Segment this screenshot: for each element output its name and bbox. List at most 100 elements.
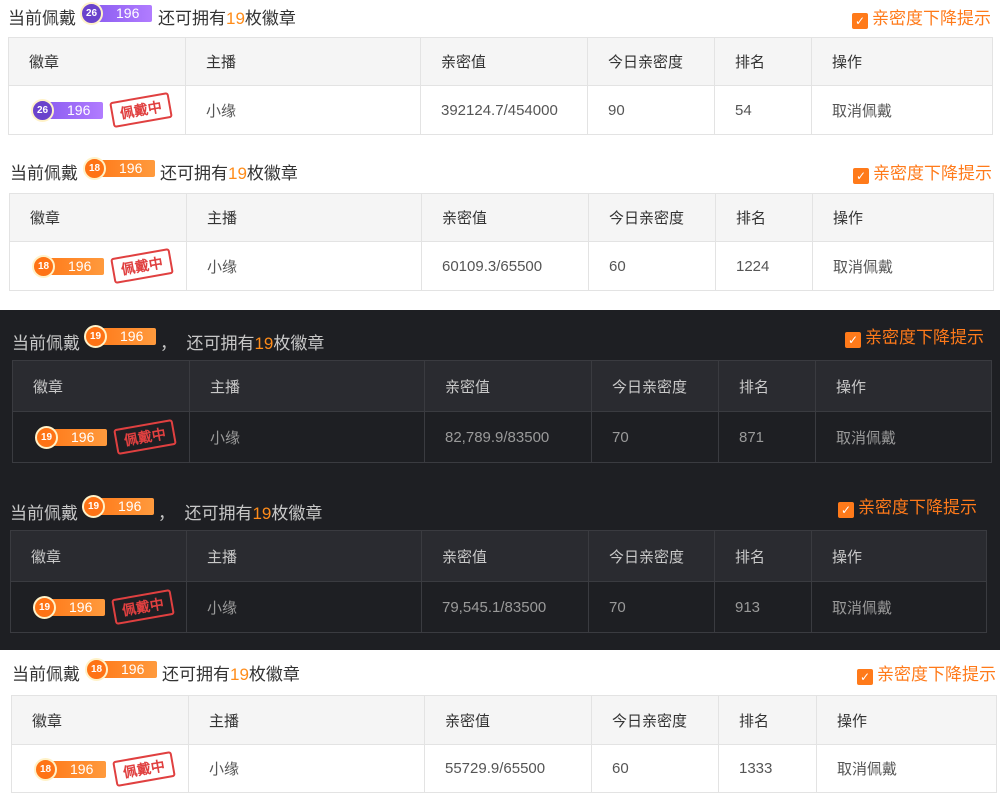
remaining-text: 还可拥有19枚徽章 [162,665,300,684]
fan-badge: 18 196 [34,757,106,781]
remaining-count: 19 [228,164,247,183]
cancel-wear-button[interactable]: 取消佩戴 [815,411,992,463]
fan-badge: 19 196 [33,596,105,619]
remaining-count: 19 [230,665,249,684]
today-intimacy: 90 [587,85,715,135]
row-badge: 26 196 佩戴中 [31,91,185,129]
cancel-wear-button[interactable]: 取消佩戴 [816,744,997,793]
badge-table: 徽章 主播 亲密值 今日亲密度 排名 操作 18 196 佩戴中 小缘 5572… [11,695,997,793]
col-header: 主播 [186,193,422,242]
col-header: 排名 [714,530,812,582]
table-row: 18 196 佩戴中 小缘 60109.3/65500 60 1224 取消佩戴 [9,241,994,291]
col-header: 主播 [188,695,425,745]
intimacy-alert-checkbox[interactable]: ✓ 亲密度下降提示 [853,159,992,184]
badge-level: 19 [82,495,105,518]
badge-panel-4: 当前佩戴 19 196 ， 还可拥有19枚徽章 ✓ 亲密度下降提示 徽章 主播 亲… [0,480,1000,650]
col-header: 亲密值 [424,695,592,745]
table-row: 26 196 佩戴中 小缘 392124.7/454000 90 54 取消佩戴 [8,85,993,135]
panel-header: 当前佩戴 18 196 还可拥有19枚徽章 ✓ 亲密度下降提示 [0,155,1000,184]
table-row: 19 196 佩戴中 小缘 79,545.1/83500 70 913 取消佩戴 [10,581,987,633]
badge-level: 18 [85,658,108,681]
col-header: 主播 [186,530,422,582]
col-header: 排名 [718,695,817,745]
panel-header: 当前佩戴 18 196 还可拥有19枚徽章 ✓ 亲密度下降提示 [0,656,1000,685]
table-header-row: 徽章 主播 亲密值 今日亲密度 排名 操作 [12,360,992,412]
today-intimacy: 70 [588,581,715,633]
badge-panel-5: 当前佩戴 18 196 还可拥有19枚徽章 ✓ 亲密度下降提示 徽章 主播 亲密值… [0,650,1000,793]
remaining-text: 还可拥有19枚徽章 [158,9,296,28]
badge-value: 196 [116,5,140,21]
col-header: 排名 [718,360,816,412]
col-header: 今日亲密度 [587,37,715,86]
col-header: 主播 [189,360,425,412]
badge-panel-2: 当前佩戴 18 196 还可拥有19枚徽章 ✓ 亲密度下降提示 徽章 主播 亲密值… [0,155,1000,310]
badge-table: 徽章 主播 亲密值 今日亲密度 排名 操作 26 196 佩戴中 小缘 3921… [8,37,993,135]
badge-value: 196 [68,258,92,274]
current-wearing-label: 当前佩戴 [10,164,78,183]
col-header: 今日亲密度 [591,695,719,745]
col-header: 操作 [811,530,987,582]
intimacy-alert-checkbox[interactable]: ✓ 亲密度下降提示 [838,493,977,518]
badge-value: 196 [69,599,93,615]
intimacy-value: 79,545.1/83500 [421,581,589,633]
intimacy-alert-checkbox[interactable]: ✓ 亲密度下降提示 [852,4,991,29]
intimacy-value: 82,789.9/83500 [424,411,592,463]
col-header: 今日亲密度 [588,530,715,582]
col-header: 排名 [715,193,813,242]
table-header-row: 徽章 主播 亲密值 今日亲密度 排名 操作 [9,193,994,242]
intimacy-alert-checkbox[interactable]: ✓ 亲密度下降提示 [845,323,984,348]
col-header: 排名 [714,37,812,86]
fan-badge: 18 196 [83,157,155,180]
intimacy-value: 60109.3/65500 [421,241,589,291]
rank-value: 1224 [715,241,813,291]
rank-value: 913 [714,581,812,633]
badge-value: 196 [120,328,144,344]
col-header: 操作 [812,193,994,242]
cancel-wear-button[interactable]: 取消佩戴 [812,241,994,291]
anchor-link[interactable]: 小缘 [188,744,425,793]
rank-value: 871 [718,411,816,463]
badge-value: 196 [70,760,94,777]
panel-header: 当前佩戴 19 196 ， 还可拥有19枚徽章 ✓ 亲密度下降提示 [0,495,1000,523]
col-header: 操作 [815,360,992,412]
badge-level: 26 [80,2,103,25]
cancel-wear-button[interactable]: 取消佩戴 [811,85,993,135]
fan-badge: 26 196 [31,99,103,122]
today-intimacy: 60 [591,744,719,793]
fan-badge: 19 196 [84,325,156,348]
rank-value: 54 [714,85,812,135]
badge-level: 18 [83,157,106,180]
badge-value: 196 [118,498,142,514]
remaining-count: 19 [252,504,272,523]
remaining-count: 19 [226,9,245,28]
fan-badge: 26 196 [80,2,152,25]
badge-level: 18 [34,757,57,781]
row-badge: 18 196 佩戴中 [32,247,186,285]
table-header-row: 徽章 主播 亲密值 今日亲密度 排名 操作 [8,37,993,86]
today-intimacy: 60 [588,241,716,291]
panel-header: 当前佩戴 26 196 还可拥有19枚徽章 ✓ 亲密度下降提示 [0,0,1000,29]
table-row: 18 196 佩戴中 小缘 55729.9/65500 60 1333 取消佩戴 [11,744,997,793]
anchor-link[interactable]: 小缘 [189,411,425,463]
badge-level: 26 [31,99,54,122]
row-badge: 19 196 佩戴中 [35,418,189,456]
checkbox-checked-icon: ✓ [853,168,869,184]
checkbox-checked-icon: ✓ [845,332,861,348]
col-header: 亲密值 [421,530,589,582]
current-wearing-label: 当前佩戴 [8,9,76,28]
intimacy-alert-checkbox[interactable]: ✓ 亲密度下降提示 [857,660,996,685]
anchor-link[interactable]: 小缘 [185,85,421,135]
badge-level: 19 [84,325,107,348]
cancel-wear-button[interactable]: 取消佩戴 [811,581,987,633]
col-header: 徽章 [8,37,186,86]
col-header: 徽章 [9,193,187,242]
anchor-link[interactable]: 小缘 [186,581,422,633]
anchor-link[interactable]: 小缘 [186,241,422,291]
col-header: 今日亲密度 [591,360,719,412]
today-intimacy: 70 [591,411,719,463]
remaining-text: ， 还可拥有19枚徽章 [160,334,325,353]
col-header: 操作 [816,695,997,745]
col-header: 徽章 [10,530,187,582]
table-header-row: 徽章 主播 亲密值 今日亲密度 排名 操作 [11,695,997,745]
badge-level: 19 [33,596,56,619]
